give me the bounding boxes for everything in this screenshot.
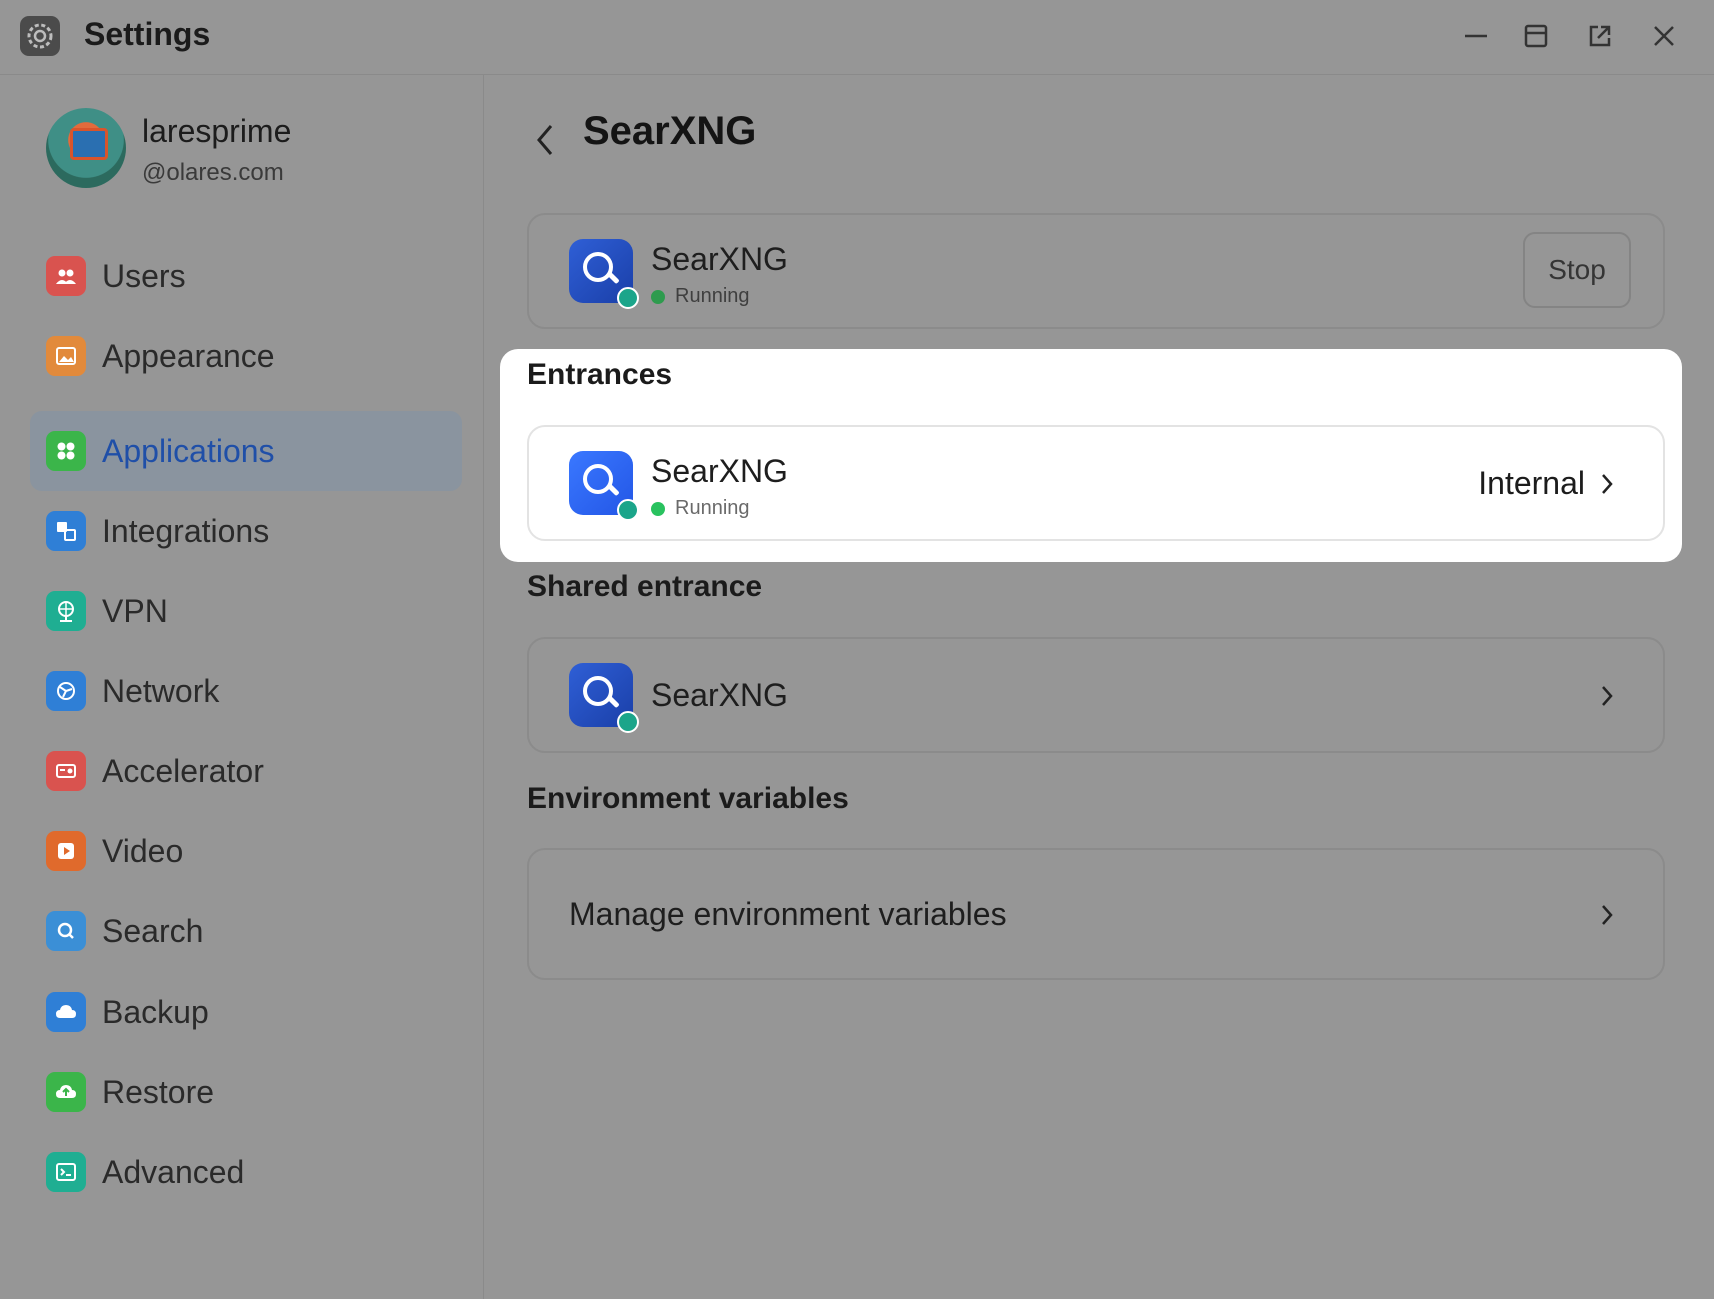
maximize-icon: [1524, 24, 1548, 48]
terminal-icon: [46, 1152, 86, 1192]
sidebar-item-users[interactable]: Users: [30, 236, 462, 316]
sidebar-item-label: Network: [102, 672, 220, 709]
sidebar-item-appearance[interactable]: Appearance: [30, 316, 462, 396]
cloud-restore-icon: [46, 1072, 86, 1112]
accelerator-icon: [46, 751, 86, 791]
sidebar-item-label: Advanced: [102, 1153, 245, 1190]
user-domain: @olares.com: [142, 159, 284, 186]
sidebar-item-applications[interactable]: Applications: [30, 411, 462, 491]
close-icon: [1654, 26, 1674, 46]
entrance-access-level: Internal: [1478, 465, 1585, 501]
entrance-status: Running: [651, 497, 750, 520]
app-status-card: SearXNG Running Stop: [527, 213, 1665, 329]
sidebar-item-accelerator[interactable]: Accelerator: [30, 731, 462, 811]
avatar[interactable]: [46, 108, 126, 188]
entrance-name: SearXNG: [651, 453, 788, 489]
sidebar-item-integrations[interactable]: Integrations: [30, 491, 462, 571]
maximize-button[interactable]: [1518, 18, 1554, 54]
minimize-button[interactable]: [1458, 18, 1494, 54]
image-icon: [46, 336, 86, 376]
sidebar: laresprime @olares.com Users Appearance …: [0, 75, 484, 1299]
manage-env-vars-item[interactable]: Manage environment variables: [527, 848, 1665, 980]
cloud-backup-icon: [46, 992, 86, 1032]
gear-icon: [27, 23, 53, 49]
sidebar-item-label: Accelerator: [102, 752, 264, 789]
entrances-title: Entrances: [527, 358, 673, 391]
searxng-app-icon: [569, 451, 639, 521]
open-external-button[interactable]: [1582, 18, 1618, 54]
status-dot-icon: [651, 289, 665, 304]
title-bar: Settings: [0, 0, 1714, 75]
status-dot-icon: [651, 501, 665, 516]
stop-button[interactable]: Stop: [1523, 232, 1631, 308]
apps-icon: [46, 431, 86, 471]
sidebar-item-label: Restore: [102, 1073, 215, 1110]
sidebar-item-label: Search: [102, 912, 204, 949]
network-icon: [46, 671, 86, 711]
shared-badge-icon: [617, 711, 639, 733]
close-button[interactable]: [1646, 18, 1682, 54]
sidebar-item-backup[interactable]: Backup: [30, 972, 462, 1052]
sidebar-item-video[interactable]: Video: [30, 811, 462, 891]
sidebar-item-label: Backup: [102, 993, 209, 1030]
entrance-item[interactable]: SearXNG Running Internal: [527, 425, 1665, 541]
sidebar-item-label: Appearance: [102, 337, 275, 374]
minimize-icon: [1465, 34, 1487, 38]
sidebar-item-label: VPN: [102, 592, 168, 629]
main-content: SearXNG SearXNG Running Stop Entrances S…: [485, 75, 1714, 1299]
page-title: SearXNG: [583, 109, 757, 153]
settings-app-icon: [20, 16, 60, 56]
chevron-right-icon: [1597, 469, 1617, 499]
username: laresprime: [142, 113, 292, 149]
sidebar-item-restore[interactable]: Restore: [30, 1052, 462, 1132]
integrations-icon: [46, 511, 86, 551]
vpn-icon: [46, 591, 86, 631]
window-title: Settings: [84, 16, 211, 52]
env-vars-title: Environment variables: [527, 782, 849, 815]
chevron-right-icon: [1597, 900, 1617, 930]
shared-entrance-title: Shared entrance: [527, 570, 763, 603]
users-icon: [46, 256, 86, 296]
shared-entrance-item[interactable]: SearXNG: [527, 637, 1665, 753]
manage-env-vars-label: Manage environment variables: [569, 896, 1007, 932]
shared-entrance-name: SearXNG: [651, 677, 788, 713]
search-icon: [46, 911, 86, 951]
sidebar-item-network[interactable]: Network: [30, 651, 462, 731]
app-name: SearXNG: [651, 241, 788, 277]
back-button[interactable]: [525, 113, 565, 167]
open-external-icon: [1589, 25, 1611, 47]
video-icon: [46, 831, 86, 871]
chevron-right-icon: [1597, 681, 1617, 711]
searxng-app-icon: [569, 239, 639, 309]
app-status: Running: [651, 285, 750, 308]
sidebar-item-label: Users: [102, 257, 186, 294]
sidebar-item-search[interactable]: Search: [30, 891, 462, 971]
sidebar-item-label: Applications: [102, 432, 275, 469]
sidebar-item-vpn[interactable]: VPN: [30, 571, 462, 651]
chevron-left-icon: [537, 125, 553, 155]
shared-badge-icon: [617, 287, 639, 309]
shared-badge-icon: [617, 499, 639, 521]
sidebar-item-label: Video: [102, 832, 184, 869]
sidebar-item-label: Integrations: [102, 512, 270, 549]
searxng-app-icon: [569, 663, 639, 733]
sidebar-item-advanced[interactable]: Advanced: [30, 1132, 462, 1212]
